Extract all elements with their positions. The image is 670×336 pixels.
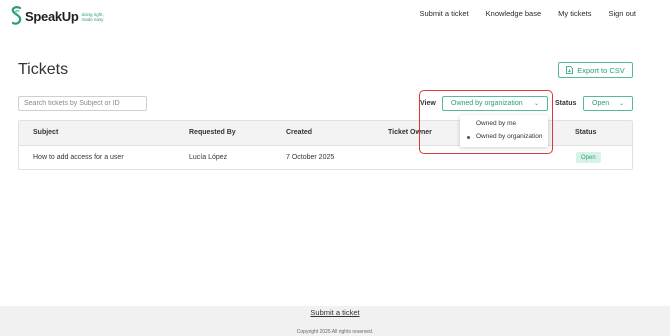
status-select[interactable]: Open ⌄ — [583, 96, 633, 111]
status-badge: Open — [576, 152, 601, 163]
export-csv-label: Export to CSV — [577, 65, 625, 75]
cell-requested-by: Lucía López — [189, 154, 228, 161]
nav-my-tickets[interactable]: My tickets — [558, 9, 591, 18]
nav-submit-ticket[interactable]: Submit a ticket — [419, 9, 468, 18]
highlight-annotation — [419, 90, 553, 154]
page-title: Tickets — [18, 61, 69, 78]
chevron-down-icon: ⌄ — [618, 101, 624, 107]
cell-created: 7 October 2025 — [286, 154, 335, 161]
column-header-created[interactable]: Created — [286, 129, 312, 136]
copyright-text: Copyright 2025 All rights reserved. — [296, 329, 374, 335]
main-content: Tickets Export to CSV View Owned by orga… — [0, 34, 670, 306]
file-export-icon — [566, 66, 574, 74]
top-header: SpeakUp doing right, made easy Submit a … — [0, 0, 670, 34]
nav-sign-out[interactable]: Sign out — [608, 9, 636, 18]
column-header-subject[interactable]: Subject — [33, 129, 58, 136]
cell-subject[interactable]: How to add access for a user — [33, 154, 124, 161]
top-nav: Submit a ticket Knowledge base My ticket… — [419, 9, 636, 18]
brand-tagline: doing right, made easy — [81, 11, 104, 22]
column-header-status[interactable]: Status — [575, 129, 596, 136]
nav-knowledge-base[interactable]: Knowledge base — [486, 9, 541, 18]
footer-submit-ticket-link[interactable]: Submit a ticket — [0, 308, 670, 317]
page-footer: Submit a ticket Copyright 2025 All right… — [0, 306, 670, 336]
status-select-value: Open — [592, 100, 610, 107]
column-header-requested-by[interactable]: Requested By — [189, 129, 236, 136]
search-input[interactable] — [18, 96, 147, 111]
brand-name: SpeakUp — [25, 9, 79, 24]
speakup-logo-icon — [11, 6, 22, 25]
status-label: Status — [555, 100, 577, 107]
brand-logo[interactable]: SpeakUp doing right, made easy — [10, 5, 110, 28]
export-csv-button[interactable]: Export to CSV — [558, 62, 633, 78]
